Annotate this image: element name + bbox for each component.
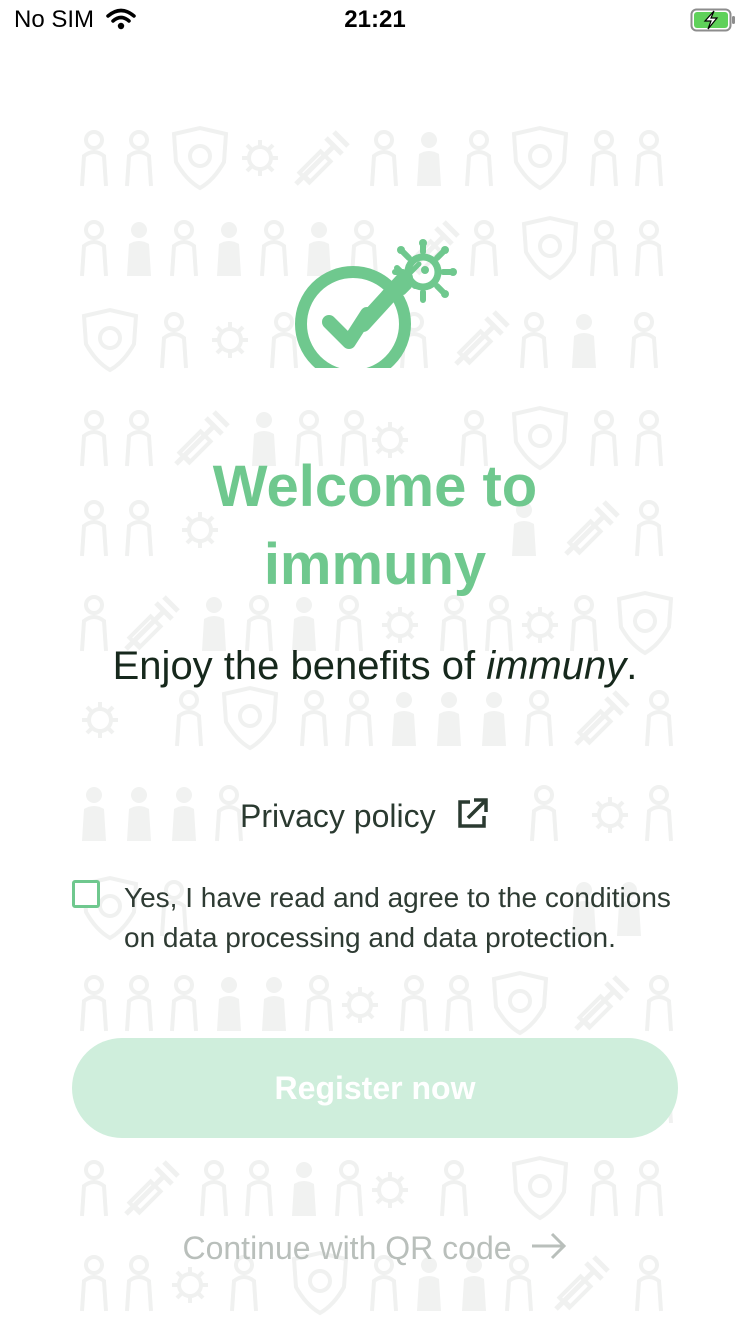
consent-text: Yes, I have read and agree to the condit… <box>124 882 671 953</box>
privacy-policy-label: Privacy policy <box>240 797 436 834</box>
status-time: 21:21 <box>344 6 406 33</box>
battery-charging-icon <box>690 8 738 37</box>
title-line-1: Welcome to <box>212 454 538 519</box>
app-logo <box>293 238 463 382</box>
subtitle-suffix: . <box>626 644 638 688</box>
title-line-2: immuny <box>263 532 487 597</box>
external-link-icon <box>454 796 490 837</box>
pattern-row-1 <box>80 126 663 190</box>
consent-checkbox[interactable] <box>72 880 100 908</box>
subtitle-brand: immuny <box>486 644 627 688</box>
arrow-right-icon <box>530 1232 568 1265</box>
pattern-row-12 <box>80 1156 663 1220</box>
subtitle-prefix: Enjoy the benefits of <box>112 644 487 688</box>
register-button-label: Register now <box>274 1069 476 1106</box>
status-bar: No SIM 21:21 <box>0 0 750 40</box>
page-title: Welcome to immuny <box>0 448 750 604</box>
vaccine-check-logo-icon <box>295 239 457 382</box>
pattern-row-10 <box>80 971 673 1035</box>
privacy-policy-link[interactable]: Privacy policy <box>240 792 490 840</box>
register-button[interactable]: Register now <box>72 1038 678 1138</box>
subtitle: Enjoy the benefits of immuny. <box>0 644 750 689</box>
qr-link-label: Continue with QR code <box>182 1229 512 1266</box>
pattern-row-7 <box>80 686 673 750</box>
continue-with-qr-link[interactable]: Continue with QR code <box>0 1224 750 1272</box>
